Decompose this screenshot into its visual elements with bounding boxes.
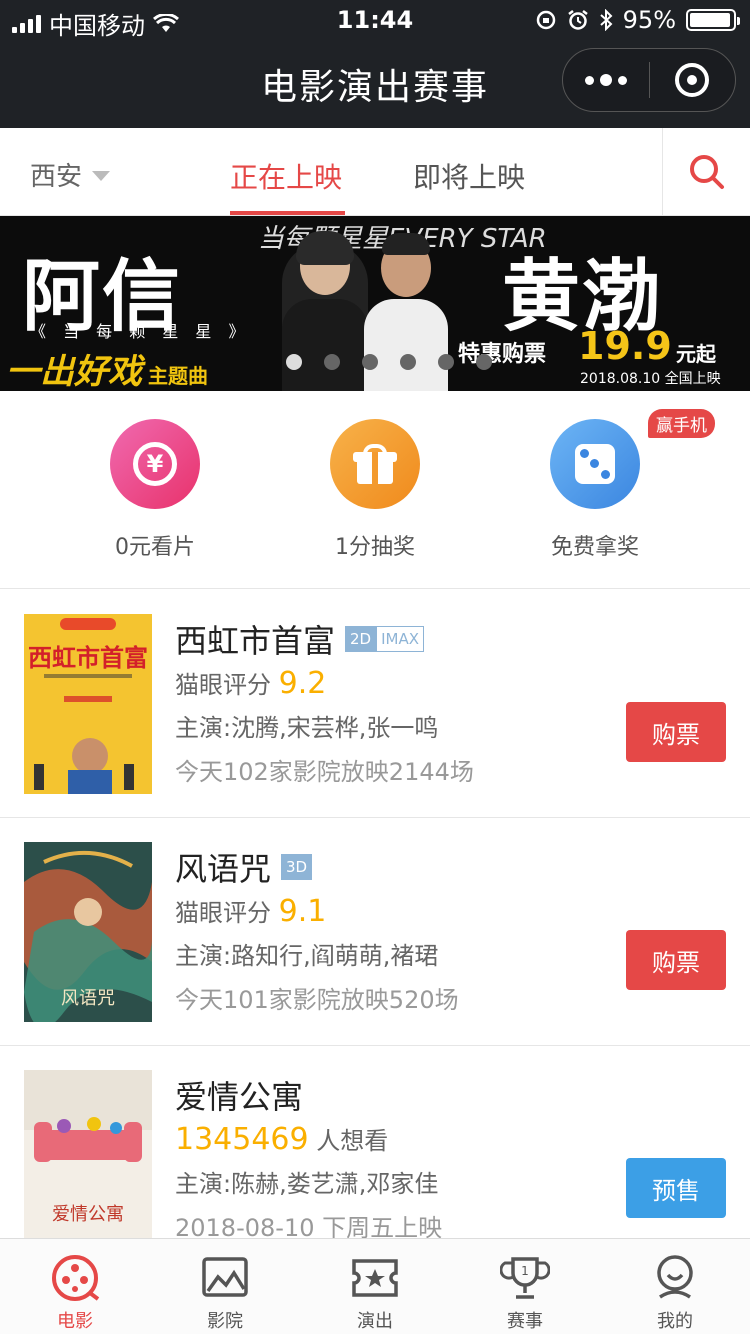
- want-count: 1345469: [175, 1122, 309, 1157]
- dice-icon: 赢手机: [550, 409, 715, 509]
- buy-ticket-button[interactable]: 购票: [626, 930, 726, 990]
- tab-coming-soon[interactable]: 即将上映: [413, 156, 525, 196]
- user-icon: [657, 1255, 693, 1299]
- gift-icon: [330, 419, 420, 509]
- buy-ticket-button[interactable]: 购票: [626, 702, 726, 762]
- movie-poster: 风语咒: [24, 842, 152, 1022]
- city-selector[interactable]: 西安: [30, 156, 111, 193]
- svg-text:爱情公寓: 爱情公寓: [52, 1204, 124, 1225]
- active-tab-indicator: [230, 211, 345, 215]
- city-label: 西安: [30, 162, 83, 192]
- feature-free-prize[interactable]: 赢手机 免费拿奖: [515, 409, 715, 561]
- tab-bar: 西安 正在上映 即将上映: [0, 128, 750, 216]
- svg-text:西虹市首富: 西虹市首富: [28, 644, 148, 672]
- nav-event[interactable]: 1 赛事: [450, 1239, 600, 1334]
- close-button[interactable]: [650, 49, 736, 111]
- nav-label: 我的: [657, 1311, 693, 1332]
- alarm-icon: [567, 10, 588, 30]
- movie-score-row: 猫眼评分 9.1: [175, 894, 327, 929]
- movie-score: 9.2: [278, 666, 327, 701]
- top-bar: 中国移动 11:44 95% 电影演出赛事: [0, 0, 750, 128]
- movie-score-row: 猫眼评分 9.2: [175, 666, 327, 701]
- banner-price-unit: 元起: [676, 342, 716, 366]
- search-icon: [689, 155, 724, 189]
- banner-song-title: 《 当 每 颗 星 星 》: [30, 322, 251, 341]
- rotation-lock-icon: [536, 10, 555, 30]
- movie-poster: 西虹市首富: [24, 614, 152, 794]
- banner-date: 2018.08.10 全国上映: [580, 371, 721, 387]
- battery-percent: 95%: [622, 6, 676, 34]
- movie-score: 9.1: [278, 894, 327, 929]
- movie-poster: 爱情公寓: [24, 1070, 152, 1250]
- movie-want-row: 1345469 人想看: [175, 1122, 389, 1157]
- banner-price: 19.9: [578, 324, 672, 368]
- feature-free-movie[interactable]: ¥ 0元看片: [75, 419, 235, 561]
- nav-show[interactable]: 演出: [300, 1239, 450, 1334]
- carousel-dots: [286, 354, 492, 370]
- carousel-dot[interactable]: [438, 354, 454, 370]
- nav-cinema[interactable]: 影院: [150, 1239, 300, 1334]
- movie-showing: 今天101家影院放映520场: [175, 986, 459, 1014]
- search-button[interactable]: [662, 128, 750, 216]
- movie-title: 西虹市首富: [175, 622, 336, 660]
- format-tag: IMAX: [376, 626, 425, 652]
- carousel-dot[interactable]: [324, 354, 340, 370]
- movie-title: 爱情公寓: [175, 1078, 304, 1116]
- carousel-dot[interactable]: [286, 354, 302, 370]
- feature-entries: ¥ 0元看片 1分抽奖 赢手机 免费拿奖: [0, 391, 750, 589]
- yen-slash-icon: ¥: [110, 419, 200, 509]
- movie-item[interactable]: 风语咒 风语咒 3D 猫眼评分 9.1 主演:路知行,阎萌萌,褚珺 今天101家影…: [0, 818, 750, 1046]
- banner-film-title: 一出好戏 主题曲: [6, 352, 208, 391]
- feature-label: 0元看片: [115, 535, 195, 560]
- cinema-icon: [202, 1257, 248, 1297]
- nav-label: 电影: [57, 1311, 93, 1332]
- carousel-dot[interactable]: [400, 354, 416, 370]
- feature-label: 1分抽奖: [335, 535, 415, 560]
- carousel-dot[interactable]: [476, 354, 492, 370]
- feature-badge: 赢手机: [648, 409, 715, 438]
- movie-showing: 今天102家影院放映2144场: [175, 758, 474, 786]
- nav-label: 赛事: [507, 1311, 543, 1332]
- movie-item[interactable]: 西虹市首富 西虹市首富 2D IMAX 猫眼评分 9.2 主演:沈腾,宋芸桦,张一鸣…: [0, 590, 750, 818]
- target-icon: [675, 63, 710, 97]
- format-tag: 3D: [281, 854, 313, 880]
- tab-now-showing[interactable]: 正在上映: [230, 156, 342, 196]
- bluetooth-icon: [599, 9, 613, 31]
- movie-cast: 主演:路知行,阎萌萌,褚珺: [175, 942, 439, 970]
- svg-text:风语咒: 风语咒: [61, 988, 115, 1009]
- nav-mine[interactable]: 我的: [600, 1239, 750, 1334]
- more-menu-button[interactable]: [563, 49, 649, 111]
- movie-cast: 主演:陈赫,娄艺潇,邓家佳: [175, 1170, 439, 1198]
- movie-title: 风语咒: [175, 850, 272, 888]
- mini-program-capsule: [562, 48, 736, 112]
- format-tag: 2D: [345, 626, 377, 652]
- feature-lottery[interactable]: 1分抽奖: [295, 419, 455, 561]
- status-bar: 中国移动 11:44 95%: [0, 0, 750, 40]
- feature-label: 免费拿奖: [550, 535, 639, 560]
- film-reel-icon: [52, 1255, 100, 1301]
- nav-movie[interactable]: 电影: [0, 1239, 150, 1334]
- trophy-icon: 1: [500, 1257, 550, 1299]
- svg-text:1: 1: [521, 1264, 529, 1278]
- battery-icon: [686, 9, 740, 31]
- movie-cast: 主演:沈腾,宋芸桦,张一鸣: [175, 714, 439, 742]
- carousel-dot[interactable]: [362, 354, 378, 370]
- nav-label: 影院: [207, 1311, 243, 1332]
- ticket-icon: [352, 1259, 398, 1297]
- caret-down-icon: [92, 170, 111, 181]
- nav-label: 演出: [357, 1311, 393, 1332]
- presale-button[interactable]: 预售: [626, 1158, 726, 1218]
- bottom-nav: 电影 影院 演出 1 赛事 我的: [0, 1238, 750, 1334]
- promo-banner[interactable]: 当每颗星星EVERY STAR 阿信 《 当 每 颗 星 星 》 一出好戏 主题曲…: [0, 216, 750, 391]
